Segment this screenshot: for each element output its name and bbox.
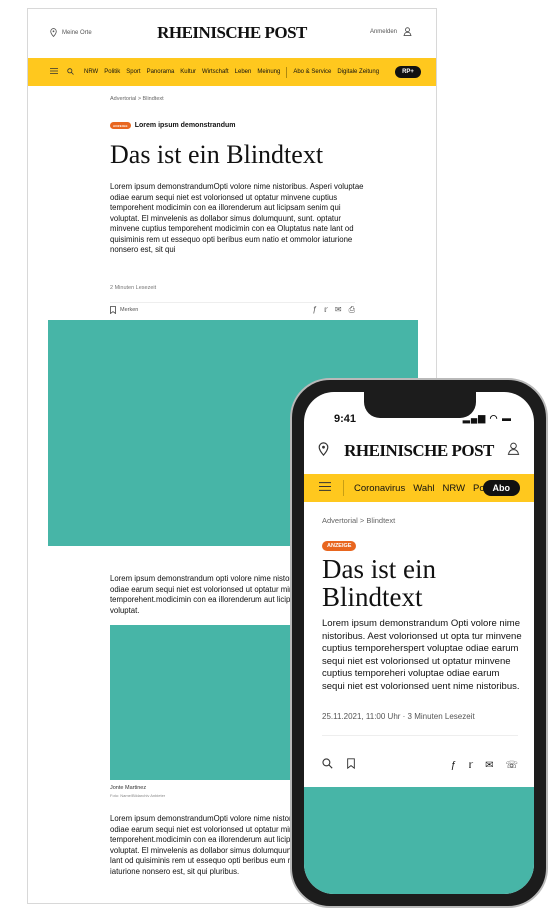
login-link[interactable]: Anmelden	[370, 27, 412, 36]
phone-mockup: 9:41 ▂▄▆ ◠ ▬ RHEINISCHE POST Coronavirus…	[290, 378, 548, 908]
breadcrumb[interactable]: Advertorial > Blindtext	[110, 96, 164, 102]
nav-item-meinung[interactable]: Meinung	[257, 69, 280, 75]
mail-icon[interactable]: ✉	[485, 760, 493, 771]
nav-divider	[286, 66, 288, 78]
facebook-icon[interactable]: ƒ	[451, 760, 457, 771]
share-icons: ƒ 𝕣 ✉ ⎙	[313, 305, 355, 315]
bookmark-label: Merken	[120, 307, 139, 313]
facebook-icon[interactable]: ƒ	[313, 305, 317, 315]
nav-item-coronavirus[interactable]: Coronavirus	[354, 483, 405, 494]
abo-button[interactable]: Abo	[482, 480, 520, 496]
search-icon[interactable]	[322, 758, 333, 772]
ad-badge: ANZEIGE	[322, 541, 357, 551]
status-icons: ▂▄▆ ◠ ▬	[462, 413, 512, 423]
user-icon[interactable]	[507, 442, 520, 460]
article-title: Das ist ein Blindtext	[322, 554, 436, 612]
article-lead: Lorem ipsum demonstrandumOpti volore nim…	[110, 182, 364, 254]
divider	[322, 735, 518, 736]
nav-divider	[343, 480, 344, 496]
nav-item-abo-service[interactable]: Abo & Service	[293, 69, 331, 75]
bookmark-icon	[110, 306, 116, 314]
hamburger-menu-icon[interactable]	[319, 482, 331, 494]
twitter-icon[interactable]: 𝕣	[468, 760, 473, 771]
read-time: 2 Minuten Lesezeit	[110, 285, 157, 291]
nav-item-wahl[interactable]: Wahl	[413, 483, 434, 494]
user-icon	[403, 27, 412, 36]
whatsapp-icon[interactable]: ☏	[505, 760, 518, 771]
print-icon[interactable]: ⎙	[349, 305, 355, 315]
article-lead: Lorem ipsum demonstrandum Opti volore ni…	[322, 618, 522, 692]
desktop-header: Meine Orte RHEINISCHE POST Anmelden	[28, 9, 436, 57]
phone-site-logo[interactable]: RHEINISCHE POST	[304, 441, 534, 461]
kicker-text: Lorem ipsum demonstrandum	[134, 122, 236, 129]
nav-item-sport[interactable]: Sport	[126, 69, 140, 75]
image-credit: Foto: Name/Bildarchiv Anbieter	[110, 793, 166, 798]
nav-item-politik[interactable]: Politik	[104, 69, 120, 75]
breadcrumb[interactable]: Advertorial > Blindtext	[322, 516, 395, 525]
mail-icon[interactable]: ✉	[335, 305, 342, 315]
bookmark-icon[interactable]	[347, 758, 355, 772]
nav-item-digitale-zeitung[interactable]: Digitale Zeitung	[337, 69, 379, 75]
phone-notch	[364, 392, 476, 418]
article-kicker: ANZEIGE Lorem ipsum demonstrandum	[110, 122, 235, 129]
phone-nav-bar: Coronavirus Wahl NRW Po Abo	[304, 474, 534, 502]
article-toolbar: Merken ƒ 𝕣 ✉ ⎙	[110, 302, 355, 317]
image-caption: Jonte Martinez	[110, 785, 147, 791]
article-title: Das ist ein Blindtext	[110, 140, 324, 169]
bookmark-button[interactable]: Merken	[110, 306, 138, 314]
nav-item-nrw[interactable]: NRW	[443, 483, 466, 494]
hamburger-menu-icon[interactable]	[50, 68, 58, 76]
phone-screen: 9:41 ▂▄▆ ◠ ▬ RHEINISCHE POST Coronavirus…	[304, 392, 534, 894]
nav-item-kultur[interactable]: Kultur	[180, 69, 196, 75]
ad-badge: ANZEIGE	[110, 122, 131, 129]
rp-plus-button[interactable]: RP+	[395, 66, 421, 78]
share-icons: ƒ 𝕣 ✉ ☏	[451, 760, 518, 771]
article-meta: 25.11.2021, 11:00 Uhr · 3 Minuten Leseze…	[322, 712, 475, 721]
nav-item-nrw[interactable]: NRW	[84, 69, 98, 75]
nav-item-leben[interactable]: Leben	[235, 69, 252, 75]
hero-image-placeholder	[304, 787, 534, 894]
status-time: 9:41	[334, 413, 357, 425]
article-toolbar: ƒ 𝕣 ✉ ☏	[322, 758, 518, 772]
nav-item-wirtschaft[interactable]: Wirtschaft	[202, 69, 229, 75]
nav-item-panorama[interactable]: Panorama	[147, 69, 175, 75]
search-icon[interactable]	[67, 67, 74, 77]
login-label: Anmelden	[369, 28, 397, 35]
desktop-nav-bar: NRW Politik Sport Panorama Kultur Wirtsc…	[28, 58, 436, 86]
twitter-icon[interactable]: 𝕣	[324, 305, 328, 315]
